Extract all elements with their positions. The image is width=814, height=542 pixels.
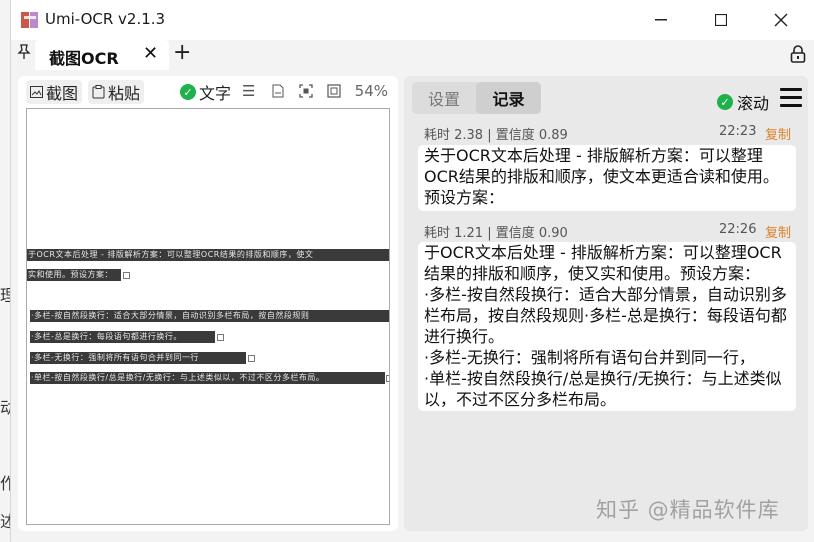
paragraph-mark <box>386 375 389 382</box>
ocr-text-box[interactable]: ·多栏-总是换行：每段语句都进行换行。 <box>30 331 215 343</box>
tab-screenshot-ocr[interactable]: 截图OCR ✕ <box>35 40 169 70</box>
auto-scroll-toggle[interactable]: ✓ 滚动 <box>717 90 769 114</box>
ocr-text-box[interactable]: ·单栏-按自然段换行/总是换行/无换行：与上述类似以，不过不区分多栏布局。 <box>30 372 385 384</box>
paste-button[interactable]: 粘贴 <box>88 80 145 104</box>
check-icon: ✓ <box>717 94 733 110</box>
record-text[interactable]: 关于OCR文本后处理 - 排版解析方案：可以整理 OCR结果的排版和顺序，使文本… <box>418 145 796 211</box>
ocr-text-box[interactable]: 实和使用。预设方案： <box>27 269 121 281</box>
record-meta: 耗时 1.21 | 置信度 0.90 <box>424 226 568 241</box>
panel-tab-switcher: 设置 记录 <box>412 82 541 114</box>
maximize-button[interactable] <box>692 0 750 40</box>
ocr-text-box[interactable]: 于OCR文本后处理 - 排版解析方案：可以整理OCR结果的排版和顺序，使文 <box>27 249 389 261</box>
paragraph-mark <box>123 272 130 279</box>
record-text[interactable]: 于OCR文本后处理 - 排版解析方案：可以整理OCR 结果的排版和顺序，使又实和… <box>418 242 796 411</box>
add-tab-button[interactable]: + <box>173 40 191 65</box>
paste-label: 粘贴 <box>108 84 141 103</box>
screenshot-button[interactable]: 截图 <box>26 80 83 104</box>
screenshot-icon <box>30 86 43 98</box>
app-logo-icon <box>21 12 38 28</box>
window-title: Umi-OCR v2.1.3 <box>45 10 166 28</box>
desktop-background <box>0 0 10 542</box>
minimize-button[interactable] <box>632 0 690 40</box>
copy-button[interactable]: 复制 <box>765 124 791 143</box>
minimize-icon <box>655 19 667 21</box>
list-icon[interactable]: ☰ <box>242 82 255 100</box>
paragraph-mark <box>248 355 255 362</box>
text-toggle-label: 文字 <box>199 84 232 103</box>
tab-records[interactable]: 记录 <box>476 82 541 114</box>
record-time: 22:23 <box>719 124 757 139</box>
check-icon: ✓ <box>180 84 196 100</box>
image-canvas[interactable]: 于OCR文本后处理 - 排版解析方案：可以整理OCR结果的排版和顺序，使文 实和… <box>26 108 390 525</box>
image-preview-panel: 截图 粘贴 ✓ 文字 ☰ 54% 于OCR文本后处理 - 排版解析方案：可以整理… <box>18 76 398 531</box>
show-text-toggle[interactable]: ✓ 文字 <box>176 80 235 104</box>
pin-icon[interactable] <box>17 44 31 60</box>
zoom-level: 54% <box>354 82 388 100</box>
auto-scroll-label: 滚动 <box>737 94 770 113</box>
results-panel: 设置 记录 ✓ 滚动 耗时 2.38 | 置信度 0.89 22:23 复制 关… <box>404 76 808 531</box>
paste-icon <box>92 85 105 99</box>
actual-size-icon[interactable] <box>327 84 341 98</box>
record-meta: 耗时 2.38 | 置信度 0.89 <box>424 128 568 143</box>
paragraph-mark <box>217 334 224 341</box>
screenshot-label: 截图 <box>46 84 79 103</box>
ocr-text-box[interactable]: ·多栏-无换行：强制将所有语句合并到同一行 <box>30 352 246 364</box>
watermark: 知乎 @精品软件库 <box>596 498 780 522</box>
copy-button[interactable]: 复制 <box>765 222 791 241</box>
close-icon <box>774 13 788 27</box>
tab-label: 截图OCR <box>49 49 119 68</box>
ocr-text-box[interactable]: ·多栏-按自然段换行：适合大部分情景，自动识别多栏布局，按自然段规则 <box>30 310 389 322</box>
record-time: 22:26 <box>719 222 757 237</box>
fit-screen-icon[interactable] <box>299 84 313 98</box>
document-icon[interactable] <box>272 84 284 98</box>
tab-settings[interactable]: 设置 <box>412 82 476 114</box>
title-bar[interactable]: Umi-OCR v2.1.3 <box>11 0 814 40</box>
lock-icon[interactable] <box>789 44 807 64</box>
app-window: Umi-OCR v2.1.3 截图OCR ✕ + 截图 粘贴 ✓ 文字 ☰ 54… <box>10 0 814 542</box>
close-window-button[interactable] <box>752 0 810 40</box>
maximize-icon <box>715 14 727 26</box>
tab-close-icon[interactable]: ✕ <box>143 43 158 64</box>
menu-icon[interactable] <box>780 88 802 108</box>
